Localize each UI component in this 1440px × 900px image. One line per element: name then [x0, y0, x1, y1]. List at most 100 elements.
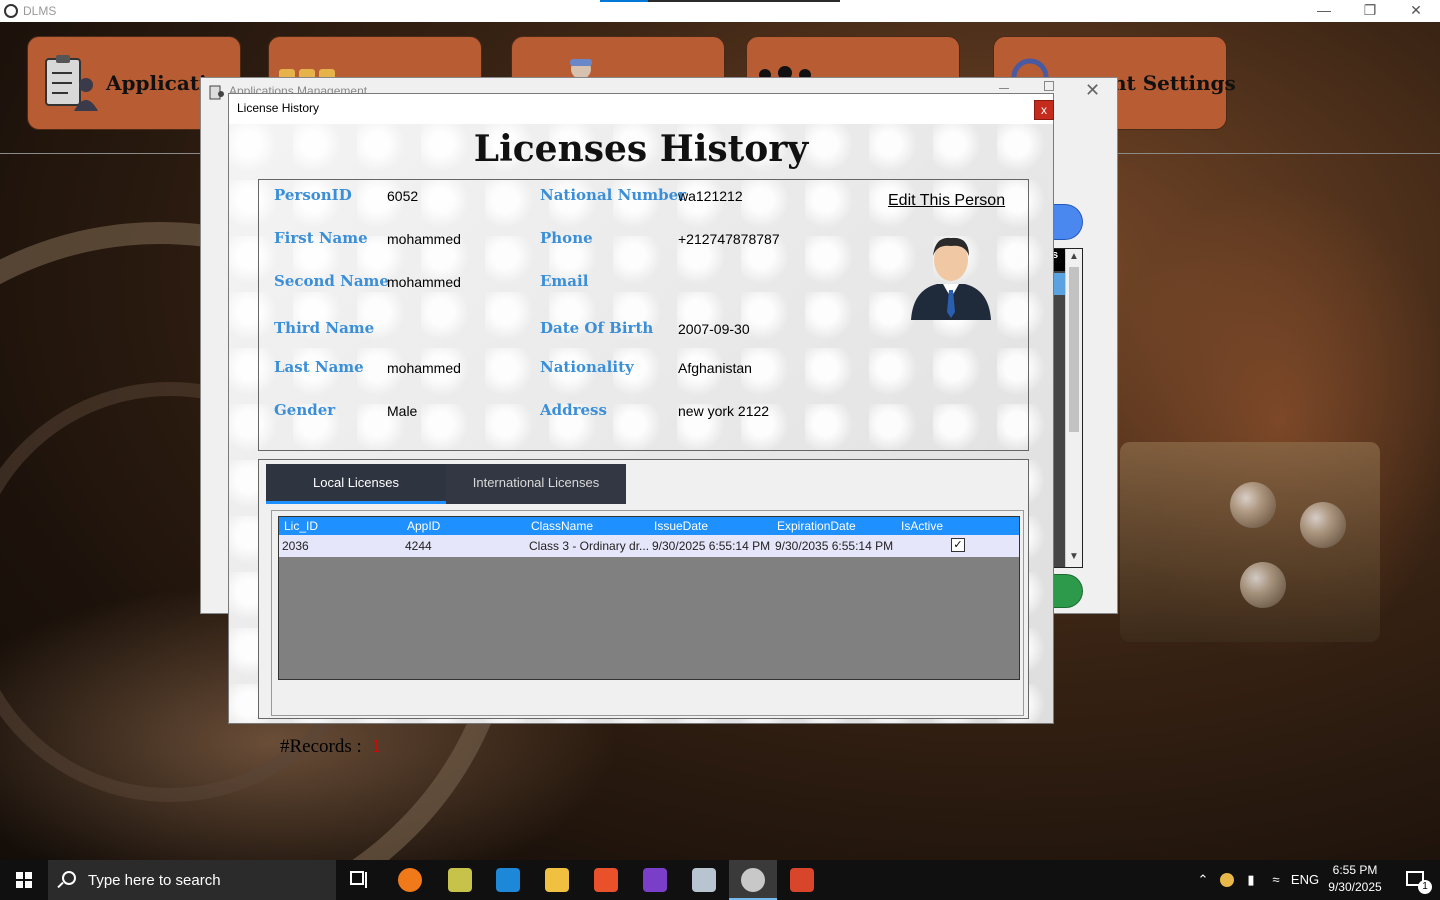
- dlms-app-icon: [741, 868, 765, 892]
- radio-knob-decor: [1230, 482, 1276, 528]
- clock-time: 6:55 PM: [1332, 863, 1378, 877]
- maximize-button[interactable]: [1044, 81, 1054, 91]
- is-active-checkbox[interactable]: ✓: [951, 538, 965, 552]
- task-view-button[interactable]: [336, 860, 384, 900]
- column-header-lic-id[interactable]: Lic_ID: [284, 519, 318, 533]
- clipboard-user-icon: [45, 55, 98, 111]
- records-label: #Records :: [280, 736, 362, 757]
- taskbar-app-avast[interactable]: [386, 860, 434, 900]
- first-name-label: First Name: [274, 229, 368, 247]
- page-title: Licenses History: [473, 128, 809, 170]
- notifications-button[interactable]: 1: [1396, 860, 1436, 900]
- date-of-birth-value: 2007-09-30: [678, 321, 750, 337]
- scroll-down-arrow-icon[interactable]: ▼: [1066, 549, 1082, 565]
- search-input[interactable]: Type here to search: [88, 872, 221, 889]
- person-card: PersonID 6052 First Name mohammed Second…: [258, 179, 1029, 451]
- language-indicator[interactable]: ENG: [1290, 860, 1320, 900]
- close-button[interactable]: ✕: [1085, 80, 1100, 101]
- taskbar-app-file-explorer[interactable]: [533, 860, 581, 900]
- battery-icon[interactable]: ▮: [1242, 860, 1260, 900]
- taskbar-search[interactable]: Type here to search: [48, 860, 336, 900]
- licenses-panel: Local Licenses International Licenses Li…: [258, 459, 1029, 757]
- app-title: DLMS: [23, 4, 57, 18]
- taskbar-app-vscode[interactable]: [484, 860, 532, 900]
- column-header-class-name[interactable]: ClassName: [531, 519, 593, 533]
- first-name-value: mohammed: [387, 231, 461, 247]
- taskbar-app-brave[interactable]: [582, 860, 630, 900]
- tab-international-licenses[interactable]: International Licenses: [446, 464, 626, 504]
- brave-icon: [594, 868, 618, 892]
- person-id-value: 6052: [387, 188, 419, 204]
- second-name-label: Second Name: [274, 272, 389, 290]
- scroll-up-arrow-icon[interactable]: ▲: [1066, 249, 1082, 265]
- column-header-issue-date[interactable]: IssueDate: [654, 519, 708, 533]
- visual-studio-icon: [643, 868, 667, 892]
- show-hidden-icons-button[interactable]: ⌃: [1192, 860, 1214, 900]
- windows-logo-icon: [16, 872, 32, 888]
- taskbar: Type here to search ⌃ ▮ ≈ ENG 6:55 PM 9/…: [0, 860, 1440, 900]
- wifi-icon[interactable]: ≈: [1266, 860, 1286, 900]
- edit-person-link[interactable]: Edit This Person: [888, 192, 1005, 210]
- licenses-grid-frame: Lic_ID AppID ClassName IssueDate Expirat…: [271, 510, 1024, 757]
- address-label: Address: [540, 401, 607, 419]
- notification-count-badge: 1: [1418, 880, 1432, 894]
- address-value: new york 2122: [678, 403, 770, 419]
- date-of-birth-label: Date Of Birth: [540, 319, 654, 337]
- clock-date: 9/30/2025: [1328, 880, 1382, 894]
- taskbar-clock[interactable]: 6:55 PM 9/30/2025: [1320, 862, 1390, 896]
- folder-icon: [545, 868, 569, 892]
- tab-local-licenses[interactable]: Local Licenses: [266, 464, 446, 504]
- national-number-value: wa121212: [678, 188, 743, 204]
- gender-value: Male: [387, 403, 418, 419]
- licenses-table[interactable]: Lic_ID AppID ClassName IssueDate Expirat…: [278, 516, 1020, 680]
- start-button[interactable]: [0, 860, 48, 900]
- column-header-is-active[interactable]: IsActive: [901, 519, 943, 533]
- tray-app-icon[interactable]: [1218, 860, 1236, 900]
- tray-app-icon: [1220, 873, 1234, 887]
- taskbar-app-snipping-tool[interactable]: [778, 860, 826, 900]
- dialog-title: License History: [237, 101, 320, 115]
- cell-class-name: Class 3 - Ordinary dr...: [529, 539, 650, 553]
- table-header: Lic_ID AppID ClassName IssueDate Expirat…: [279, 517, 1019, 535]
- minimize-button[interactable]: [999, 88, 1009, 89]
- editor-icon: [448, 868, 472, 892]
- third-name-label: Third Name: [274, 319, 375, 337]
- snipping-tool-icon: [790, 868, 814, 892]
- scrollbar-thumb[interactable]: [1069, 267, 1079, 432]
- image-viewer-icon: [692, 868, 716, 892]
- close-button[interactable]: ✕: [1393, 0, 1439, 22]
- email-label: Email: [540, 272, 589, 290]
- avast-icon: [398, 868, 422, 892]
- taskbar-app-dlms[interactable]: [729, 860, 777, 900]
- vertical-scrollbar[interactable]: ▲ ▼: [1065, 249, 1082, 567]
- second-name-value: mohammed: [387, 274, 461, 290]
- titlebar-accent: [600, 0, 648, 2]
- nationality-label: Nationality: [540, 358, 634, 376]
- column-header-app-id[interactable]: AppID: [407, 519, 440, 533]
- restore-button[interactable]: ❐: [1347, 0, 1393, 22]
- task-view-icon: [350, 871, 367, 888]
- license-history-dialog: License History x Licenses History Perso…: [228, 93, 1054, 757]
- national-number-label: National Number: [540, 186, 687, 204]
- table-row[interactable]: 2036 4244 Class 3 - Ordinary dr... 9/30/…: [279, 535, 1019, 557]
- radio-decor: [1120, 442, 1380, 642]
- dialog-close-button[interactable]: x: [1034, 100, 1054, 120]
- gender-label: Gender: [274, 401, 336, 419]
- last-name-value: mohammed: [387, 360, 461, 376]
- radio-knob-decor: [1240, 562, 1286, 608]
- column-header-expiration-date[interactable]: ExpirationDate: [777, 519, 856, 533]
- cell-issue-date: 9/30/2025 6:55:14 PM: [652, 539, 771, 553]
- vscode-icon: [496, 868, 520, 892]
- person-id-label: PersonID: [274, 186, 352, 204]
- taskbar-app-image-viewer[interactable]: [680, 860, 728, 900]
- taskbar-app-visual-studio[interactable]: [631, 860, 679, 900]
- radio-knob-decor: [1300, 502, 1346, 548]
- taskbar-app-editor[interactable]: [436, 860, 484, 900]
- records-count: 1: [372, 736, 382, 757]
- last-name-label: Last Name: [274, 358, 364, 376]
- dialog-body: Licenses History PersonID 6052 First Nam…: [229, 124, 1053, 757]
- minimize-button[interactable]: —: [1301, 0, 1347, 22]
- nationality-value: Afghanistan: [678, 360, 752, 376]
- cell-lic-id: 2036: [282, 539, 309, 553]
- menu-tile-label: nt Settings: [1112, 71, 1236, 95]
